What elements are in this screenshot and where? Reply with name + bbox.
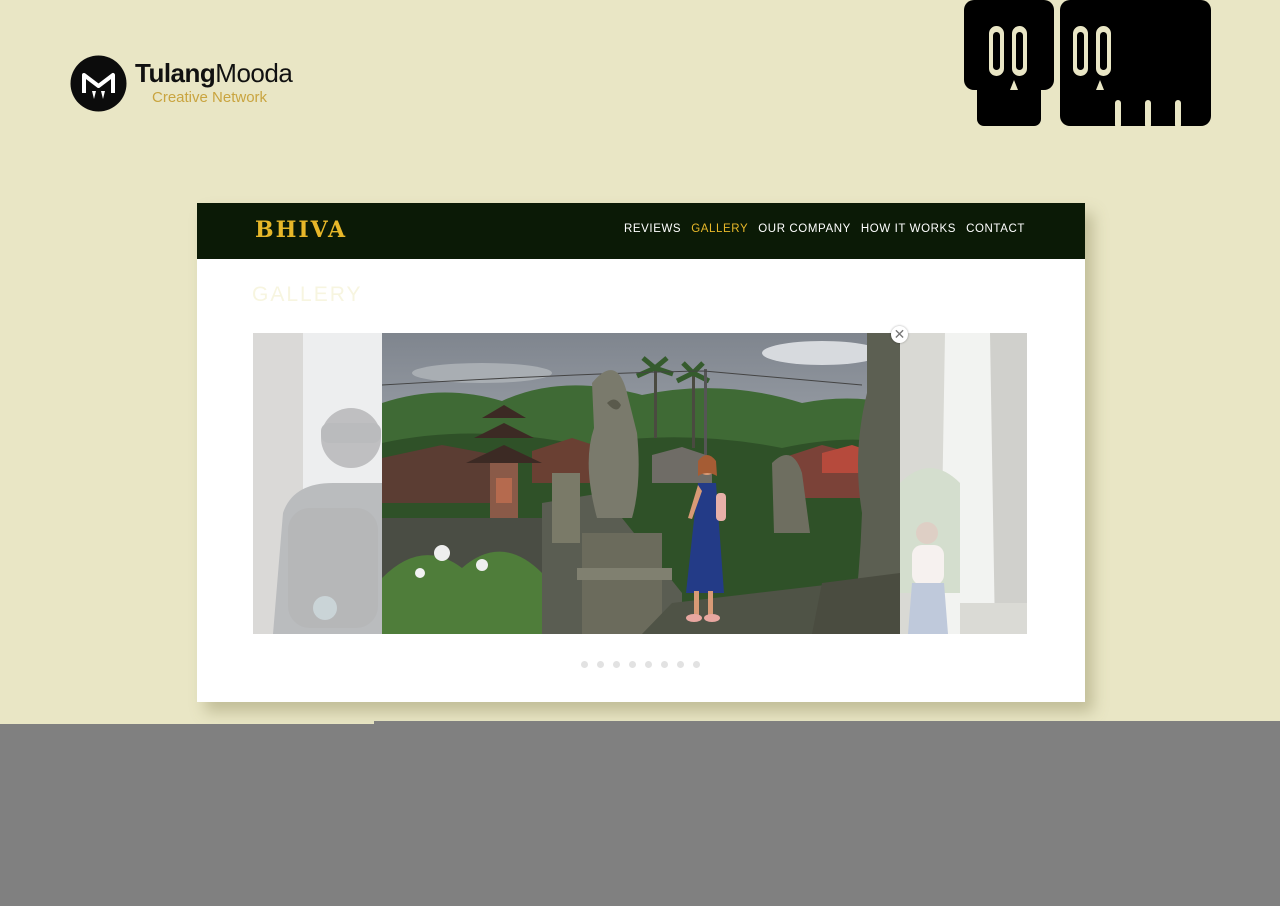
tulangmooda-logo-icon: [70, 55, 127, 112]
pagination-dot[interactable]: [581, 661, 588, 668]
carousel-pagination: [581, 661, 700, 668]
brand-name: TulangMooda: [135, 58, 293, 88]
pagination-dot[interactable]: [613, 661, 620, 668]
brand-tagline: Creative Network: [152, 89, 268, 106]
site-nav: REVIEWS GALLERY OUR COMPANY HOW IT WORKS…: [624, 223, 1025, 235]
skull-pair-icon: [963, 0, 1211, 128]
site-navbar: BHIVA REVIEWS GALLERY OUR COMPANY HOW IT…: [197, 203, 1085, 259]
close-icon[interactable]: ✕: [891, 326, 908, 343]
nav-gallery[interactable]: GALLERY: [691, 223, 748, 235]
pagination-dot[interactable]: [629, 661, 636, 668]
nav-our-company[interactable]: OUR COMPANY: [758, 223, 851, 235]
nav-how-it-works[interactable]: HOW IT WORKS: [861, 223, 956, 235]
tulangmooda-brand: TulangMooda Creative Network: [70, 55, 310, 115]
pagination-dot[interactable]: [661, 661, 668, 668]
pagination-dot[interactable]: [597, 661, 604, 668]
gallery-carousel: [253, 333, 1027, 634]
nav-contact[interactable]: CONTACT: [966, 223, 1025, 235]
website-mockup: BHIVA REVIEWS GALLERY OUR COMPANY HOW IT…: [197, 203, 1085, 702]
pagination-dot[interactable]: [677, 661, 684, 668]
lower-grey-band: [0, 721, 1280, 906]
pagination-dot[interactable]: [645, 661, 652, 668]
temple-gate-traveler-photo[interactable]: [900, 333, 1027, 634]
nav-reviews[interactable]: REVIEWS: [624, 223, 681, 235]
section-title: GALLERY: [252, 283, 363, 306]
hiker-backpack-photo[interactable]: [253, 333, 382, 634]
bali-temple-woman-photo[interactable]: [382, 333, 900, 634]
site-logo[interactable]: BHIVA: [255, 217, 347, 243]
pagination-dot[interactable]: [693, 661, 700, 668]
